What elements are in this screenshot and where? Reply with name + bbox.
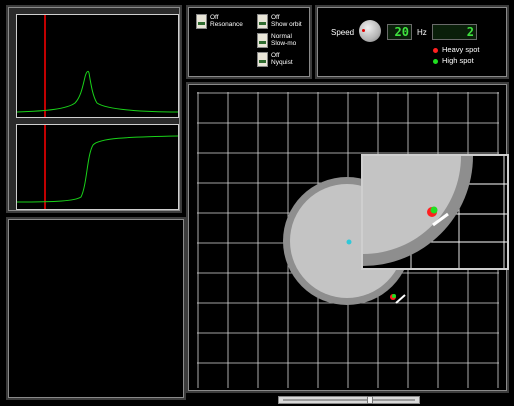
nyquist-toggle[interactable]: Off Nyquist [257,52,293,67]
shaft-center-icon [346,239,352,245]
amplitude-curve [17,70,178,113]
nyquist-label: Nyquist [271,59,293,66]
resonance-label: Resonance [210,21,243,28]
show-orbit-toggle[interactable]: Off Show orbit [257,14,302,29]
speed-panel: Speed 20 Hz 2 Heavy spot High spot [315,5,509,79]
scroll-thumb[interactable] [367,396,373,404]
orbit-state: Off [271,14,280,21]
rotor-grid [197,92,509,388]
high-spot-dot-icon [433,59,438,64]
probe-icon [395,294,406,304]
high-spot-label: High spot [442,56,474,65]
toggle-switch-icon [257,52,268,67]
amplitude-plot-svg [17,15,178,117]
amplitude-plot [16,14,179,118]
toggle-switch-icon [257,33,268,48]
hz-label: Hz [417,28,427,37]
resonance-graphs-panel [6,5,182,213]
zoom-inset [361,154,509,270]
phase-plot [16,124,179,210]
scroll-track [283,399,415,401]
heavy-spot-dot-icon [433,48,438,53]
speed-readout: 20 [387,24,412,40]
motion-state: Normal [271,33,292,40]
phase-curve [17,135,178,203]
resonance-toggle[interactable]: Off Resonance [196,14,243,29]
speed-label: Speed [331,28,355,37]
phase-plot-svg [17,125,178,209]
orbit-label: Show orbit [271,21,302,28]
motion-label: Slow-mo [271,40,297,47]
display-options-panel: Off Resonance Off Show orbit Normal Slow-mo… [186,5,312,79]
zoom-high-spot-marker [430,206,438,214]
slow-mo-toggle[interactable]: Normal Slow-mo [257,33,296,48]
high-spot-marker [392,294,396,298]
toggle-switch-icon [257,14,268,29]
zoom-disc [363,156,461,254]
resonance-state: Off [210,14,219,21]
rotor-view-panel [186,82,509,393]
hz-readout: 2 [432,24,477,40]
nyquist-state: Off [271,52,280,59]
heavy-spot-label: Heavy spot [442,45,480,54]
orbit-display-panel [6,217,186,400]
rotary-knob-icon[interactable] [359,20,381,42]
zoom-inset-svg [363,156,507,268]
toggle-switch-icon [196,14,207,29]
horizontal-scrollbar[interactable] [278,396,420,404]
